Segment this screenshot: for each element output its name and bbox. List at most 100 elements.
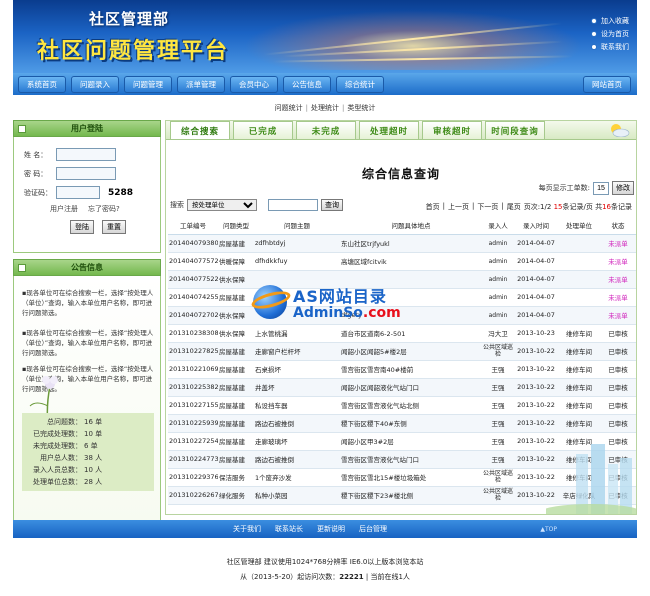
table-row[interactable]: 201404079380 房屋基建 zdfhbtdyj 东山社区trjfyukl adm… xyxy=(168,234,636,253)
prev-page-link[interactable]: 上一页 xyxy=(448,202,469,212)
page-title: 综合信息查询 xyxy=(361,167,440,181)
tab-review-timeout[interactable]: 审核超时 xyxy=(422,121,482,139)
set-homepage-link[interactable]: 设为首页 xyxy=(591,27,629,40)
notice-panel: ▪现各单位可在综合搜索一栏，选择“按处理人（单位）”查询，输入本单位用户名称，即… xyxy=(13,276,161,521)
search-button[interactable]: 查询 xyxy=(321,199,343,211)
table-row[interactable]: 201310238308 供水保障 上水管桃漏 道台市区道南6-2-501 冯大卫 201… xyxy=(168,324,636,343)
table-cell[interactable]: 走廊玻璃坏 xyxy=(254,432,340,451)
table-cell: 维修车间 xyxy=(558,360,600,379)
table-cell: 201310225382 xyxy=(168,378,218,397)
footer-contact-link[interactable]: 联系站长 xyxy=(275,524,303,534)
tab-handling-timeout[interactable]: 处理超时 xyxy=(359,121,419,139)
table-cell: 房屋基建 xyxy=(218,288,254,307)
table-row[interactable]: 201310227825 房屋基建 走廊窗户栏杆坏 闻韶小区闻韶5#楼2层 公共区域巡检… xyxy=(168,342,636,361)
table-cell xyxy=(558,234,600,253)
search-type-select[interactable]: 按处理单位 xyxy=(187,199,257,211)
last-page-link[interactable]: 尾页 xyxy=(507,202,521,212)
footer-about-link[interactable]: 关于我们 xyxy=(233,524,261,534)
table-row[interactable]: 201404072702 供水保障 dfgety admin 2014-04-07 未派单 xyxy=(168,306,636,325)
table-cell xyxy=(558,288,600,307)
header-links: 加入收藏 设为首页 联系我们 xyxy=(591,14,629,53)
nav-item-dispatch-management[interactable]: 派单管理 xyxy=(177,75,225,93)
tab-uncompleted[interactable]: 未完成 xyxy=(296,121,356,139)
table-cell[interactable]: 走廊窗户栏杆坏 xyxy=(254,342,340,361)
table-cell: 未派单 xyxy=(600,288,636,307)
system-title: 社区问题管理平台 xyxy=(37,38,230,64)
per-page-input[interactable] xyxy=(593,181,609,195)
pagination: 首页 | 上一页 | 下一页 | 尾页 页次:1/2 15条记录/页 共16条记… xyxy=(425,202,632,212)
city-skyline-decoration-icon xyxy=(546,444,636,514)
table-cell[interactable] xyxy=(254,306,340,325)
notice-panel-header: 公告信息 xyxy=(13,259,161,276)
table-cell xyxy=(340,288,482,307)
name-field[interactable] xyxy=(56,148,116,161)
per-page-control: 每页显示工单数: 修改 xyxy=(539,181,634,195)
notice-item[interactable]: ▪现各单位可在综合搜索一栏，选择“按处理人（单位）”查询，输入本单位用户名称，即… xyxy=(22,288,155,318)
table-cell: 201310238308 xyxy=(168,324,218,343)
table-row[interactable]: 201404074255 房屋基建 admin 2014-04-07 未派单 xyxy=(168,288,636,307)
search-label: 搜索 xyxy=(170,201,184,209)
captcha-field[interactable] xyxy=(56,186,100,199)
table-cell[interactable]: 路边石被推倒 xyxy=(254,450,340,469)
table-header: 工单编号 问题类型 问题主题 问题具体地点 录入人 录入时间 处理单位 状态 xyxy=(168,216,636,235)
table-cell[interactable]: 1个废弃沙发 xyxy=(254,468,340,487)
next-page-link[interactable]: 下一页 xyxy=(477,202,498,212)
tab-comprehensive-search[interactable]: 综合搜索 xyxy=(170,121,230,139)
nav-item-website-home[interactable]: 网站首页 xyxy=(583,75,631,93)
login-button[interactable]: 登陆 xyxy=(70,220,94,234)
notice-item[interactable]: ▪现各单位可在综合搜索一栏，选择“按处理人（单位）”查询，输入本单位用户名称，即… xyxy=(22,328,155,358)
add-favorite-link[interactable]: 加入收藏 xyxy=(591,14,629,27)
nav-item-announcements[interactable]: 公告信息 xyxy=(283,75,331,93)
table-cell[interactable]: 路边石被推倒 xyxy=(254,414,340,433)
table-cell: 2013-10-22 xyxy=(514,360,558,379)
tab-time-range-query[interactable]: 时间段查询 xyxy=(485,121,545,139)
table-row[interactable]: 201404077572 供暖保障 dfhdkkfuy 高塘区域fcitvik admi… xyxy=(168,252,636,271)
table-cell: 2014-04-07 xyxy=(514,270,558,289)
tab-completed[interactable]: 已完成 xyxy=(233,121,293,139)
table-cell[interactable]: 私种小菜园 xyxy=(254,486,340,505)
table-row[interactable]: 201310225382 房屋基建 井盖坏 闻韶小区闻韶液化气站门口 王强 2013-10… xyxy=(168,378,636,397)
table-row[interactable]: 201310221069 房屋基建 石桌损坏 雪宫街区雪宫南40#楼前 王强 2013-1… xyxy=(168,360,636,379)
sub-nav: 问题统计 | 处理统计 | 类型统计 xyxy=(274,103,376,113)
table-cell[interactable]: 上水管桃漏 xyxy=(254,324,340,343)
table-cell: 保洁服务 xyxy=(218,468,254,487)
table-row[interactable]: 201404077522 供水保障 admin 2014-04-07 未派单 xyxy=(168,270,636,289)
login-panel-header: 用户登陆 xyxy=(13,120,161,137)
table-cell: 2013-10-22 xyxy=(514,378,558,397)
table-cell[interactable] xyxy=(254,270,340,289)
password-field[interactable] xyxy=(56,167,116,180)
table-cell[interactable]: dfhdkkfuy xyxy=(254,252,340,271)
table-cell: 2014-04-07 xyxy=(514,306,558,325)
main-nav: 系统首页 问题录入 问题管理 派单管理 会员中心 公告信息 综合统计 网站首页 xyxy=(13,73,637,95)
reset-button[interactable]: 重置 xyxy=(102,220,126,234)
nav-item-issue-management[interactable]: 问题管理 xyxy=(124,75,172,93)
table-cell[interactable]: 私设挡车器 xyxy=(254,396,340,415)
table-cell[interactable]: 井盖坏 xyxy=(254,378,340,397)
subnav-issue-stats[interactable]: 问题统计 xyxy=(275,103,303,113)
forgot-password-link[interactable]: 忘了密码? xyxy=(88,204,120,214)
nav-item-statistics[interactable]: 综合统计 xyxy=(336,75,384,93)
nav-item-member-center[interactable]: 会员中心 xyxy=(230,75,278,93)
modify-button[interactable]: 修改 xyxy=(612,181,634,195)
table-row[interactable]: 201310227155 房屋基建 私设挡车器 雪宫街区雪宫液化气站北侧 王强 2013-… xyxy=(168,396,636,415)
back-to-top-link[interactable]: ▲TOP xyxy=(540,526,557,533)
table-cell: 房屋基建 xyxy=(218,414,254,433)
table-cell[interactable] xyxy=(254,288,340,307)
column-header: 状态 xyxy=(600,216,636,235)
footer-admin-link[interactable]: 后台管理 xyxy=(359,524,387,534)
first-page-link[interactable]: 首页 xyxy=(426,202,440,212)
nav-item-system-home[interactable]: 系统首页 xyxy=(18,75,66,93)
table-cell: 201404079380 xyxy=(168,234,218,253)
search-input[interactable] xyxy=(268,199,318,211)
footer-changelog-link[interactable]: 更新说明 xyxy=(317,524,345,534)
contact-us-link[interactable]: 联系我们 xyxy=(591,40,629,53)
search-bar: 搜索 按处理单位 查询 xyxy=(170,199,343,211)
password-label: 密 码： xyxy=(24,169,48,178)
subnav-type-stats[interactable]: 类型统计 xyxy=(347,103,375,113)
table-cell[interactable]: zdfhbtdyj xyxy=(254,234,340,253)
subnav-handling-stats[interactable]: 处理统计 xyxy=(311,103,339,113)
notice-title: 公告信息 xyxy=(71,263,103,272)
table-cell[interactable]: 石桌损坏 xyxy=(254,360,340,379)
register-link[interactable]: 用户注册 xyxy=(50,204,78,214)
nav-item-issue-entry[interactable]: 问题录入 xyxy=(71,75,119,93)
